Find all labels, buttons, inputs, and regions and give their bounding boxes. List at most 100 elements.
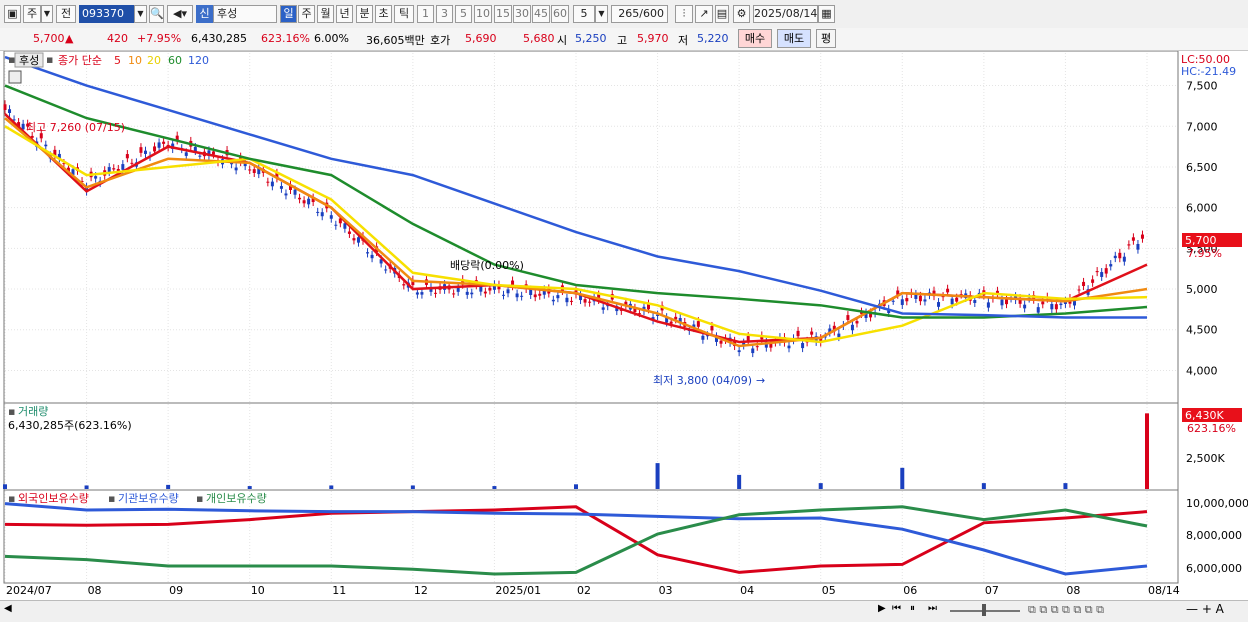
pause-icon[interactable]: ⏸ [910,603,915,614]
period-dropdown-icon[interactable]: ▼ [41,5,53,23]
tab-minute[interactable]: 분 [356,5,373,23]
candle [266,181,270,183]
price-tick-label: 6,000 [1186,202,1218,215]
candle [710,325,714,331]
legend-institution: 기관보유수량 [118,492,179,505]
tab-second[interactable]: 초 [375,5,392,23]
date-field[interactable]: 2025/08/14 [753,5,818,23]
candle [796,330,800,337]
candle [696,321,700,327]
candle [343,223,347,229]
sell-button[interactable]: 매도 [777,29,811,48]
candle [1023,304,1027,309]
line-tool-icon[interactable]: ↗ [695,5,713,23]
volume-menu-icon[interactable]: ▪ [8,405,15,418]
scroll-bar[interactable]: ◀ ▶ ⏮ ⏸ ⏭ ⧉ ⧉ ⧉ ⧉ ⧉ ⧉ ⧉ — + A [0,600,1248,622]
volume-bar [574,484,578,489]
zoom-slider-handle[interactable] [982,604,986,616]
holding-menu-icon-2[interactable]: ▪ [108,492,115,505]
holding-menu-icon-3[interactable]: ▪ [196,492,203,505]
time-axis-label: 06 [903,584,917,597]
candle [1041,301,1045,305]
scroll-left-icon[interactable]: ◀ [4,603,12,614]
zoom-controls[interactable]: — + A [1186,602,1224,616]
ma120-label: 120 [188,54,209,67]
candle [1082,281,1086,287]
candle [769,343,773,348]
candle [583,299,587,303]
interval-10[interactable]: 10 [474,5,492,23]
tab-daily[interactable]: 일 [280,5,297,23]
forward-icon[interactable]: ⏭ [928,603,937,614]
candle [900,299,904,305]
candle [737,350,741,353]
candle [366,252,370,254]
save-icon[interactable]: ▤ [715,5,729,23]
candle [810,331,814,335]
time-axis-label: 08 [1066,584,1080,597]
candle [1059,303,1063,306]
interval-60[interactable]: 60 [551,5,569,23]
search-icon[interactable]: 🔍 [149,5,164,23]
holding-panel[interactable] [3,489,1179,584]
tab-monthly[interactable]: 월 [317,5,334,23]
period-select[interactable]: 주 [23,5,41,23]
count-select[interactable]: 5 [573,5,595,23]
stock-code-input[interactable]: 093370 [79,5,134,23]
eval-button[interactable]: 평 [816,29,836,48]
tab-tick[interactable]: 틱 [394,5,414,23]
speaker-icon[interactable]: ◀▾ [167,5,193,23]
interval-1[interactable]: 1 [417,5,434,23]
tool-icons[interactable]: ⧉ ⧉ ⧉ ⧉ ⧉ ⧉ ⧉ [1028,603,1104,617]
interval-45[interactable]: 45 [532,5,550,23]
tab-yearly[interactable]: 년 [336,5,353,23]
scroll-right-icon[interactable]: ▶ [878,603,886,614]
gear-icon[interactable]: ⚙ [733,5,750,23]
tab-weekly[interactable]: 주 [298,5,315,23]
prev-button[interactable]: 전 [56,5,76,23]
layout-icon[interactable]: ▣ [4,5,21,23]
volume-panel[interactable] [3,402,1179,491]
grid-toggle-icon[interactable] [8,70,22,84]
new-button[interactable]: 신 [196,5,213,23]
code-dropdown-icon[interactable]: ▼ [134,5,147,23]
ma-menu-icon[interactable]: ▪ [46,53,53,66]
candle [252,169,256,173]
price-panel[interactable] [3,51,1179,404]
volume-bar [818,483,823,489]
rewind-icon[interactable]: ⏮ [892,603,901,614]
time-axis-label: 10 [251,584,265,597]
candle [1136,243,1140,250]
stock-name-field[interactable]: 후성 [213,5,277,23]
interval-5[interactable]: 5 [455,5,472,23]
candle [1109,264,1113,267]
candle [538,293,542,296]
candle [846,315,850,320]
change-value: 420 [107,32,128,45]
calendar-icon[interactable]: ▦ [818,5,835,23]
count-dropdown-icon[interactable]: ▼ [595,5,608,23]
holding-menu-icon-1[interactable]: ▪ [8,492,15,505]
candle [588,301,592,303]
interval-15[interactable]: 15 [494,5,512,23]
buy-button[interactable]: 매수 [738,29,772,48]
interval-3[interactable]: 3 [436,5,453,23]
bar-count-field[interactable]: 265/600 [611,5,668,23]
candle-icon[interactable]: ⫶ [675,5,693,23]
candle [420,292,424,295]
candle [1091,279,1095,283]
candle [198,155,202,157]
time-axis-label: 08 [88,584,102,597]
candle [1050,303,1054,310]
candle [955,297,959,302]
candle [8,109,12,113]
volume-current-pct: 623.16% [1187,422,1236,435]
chart-area[interactable]: 7,5007,0006,5006,0005,5005,0004,5004,000… [0,51,1248,601]
volume-axis-label: 2,500K [1186,452,1225,465]
hoga-label: 호가 [430,34,451,47]
high-label: 고 [617,34,628,47]
ask-price: 5,690 [465,32,497,45]
panel-menu-icon[interactable]: ▪ [8,53,15,66]
candle [193,146,197,151]
interval-30[interactable]: 30 [513,5,531,23]
